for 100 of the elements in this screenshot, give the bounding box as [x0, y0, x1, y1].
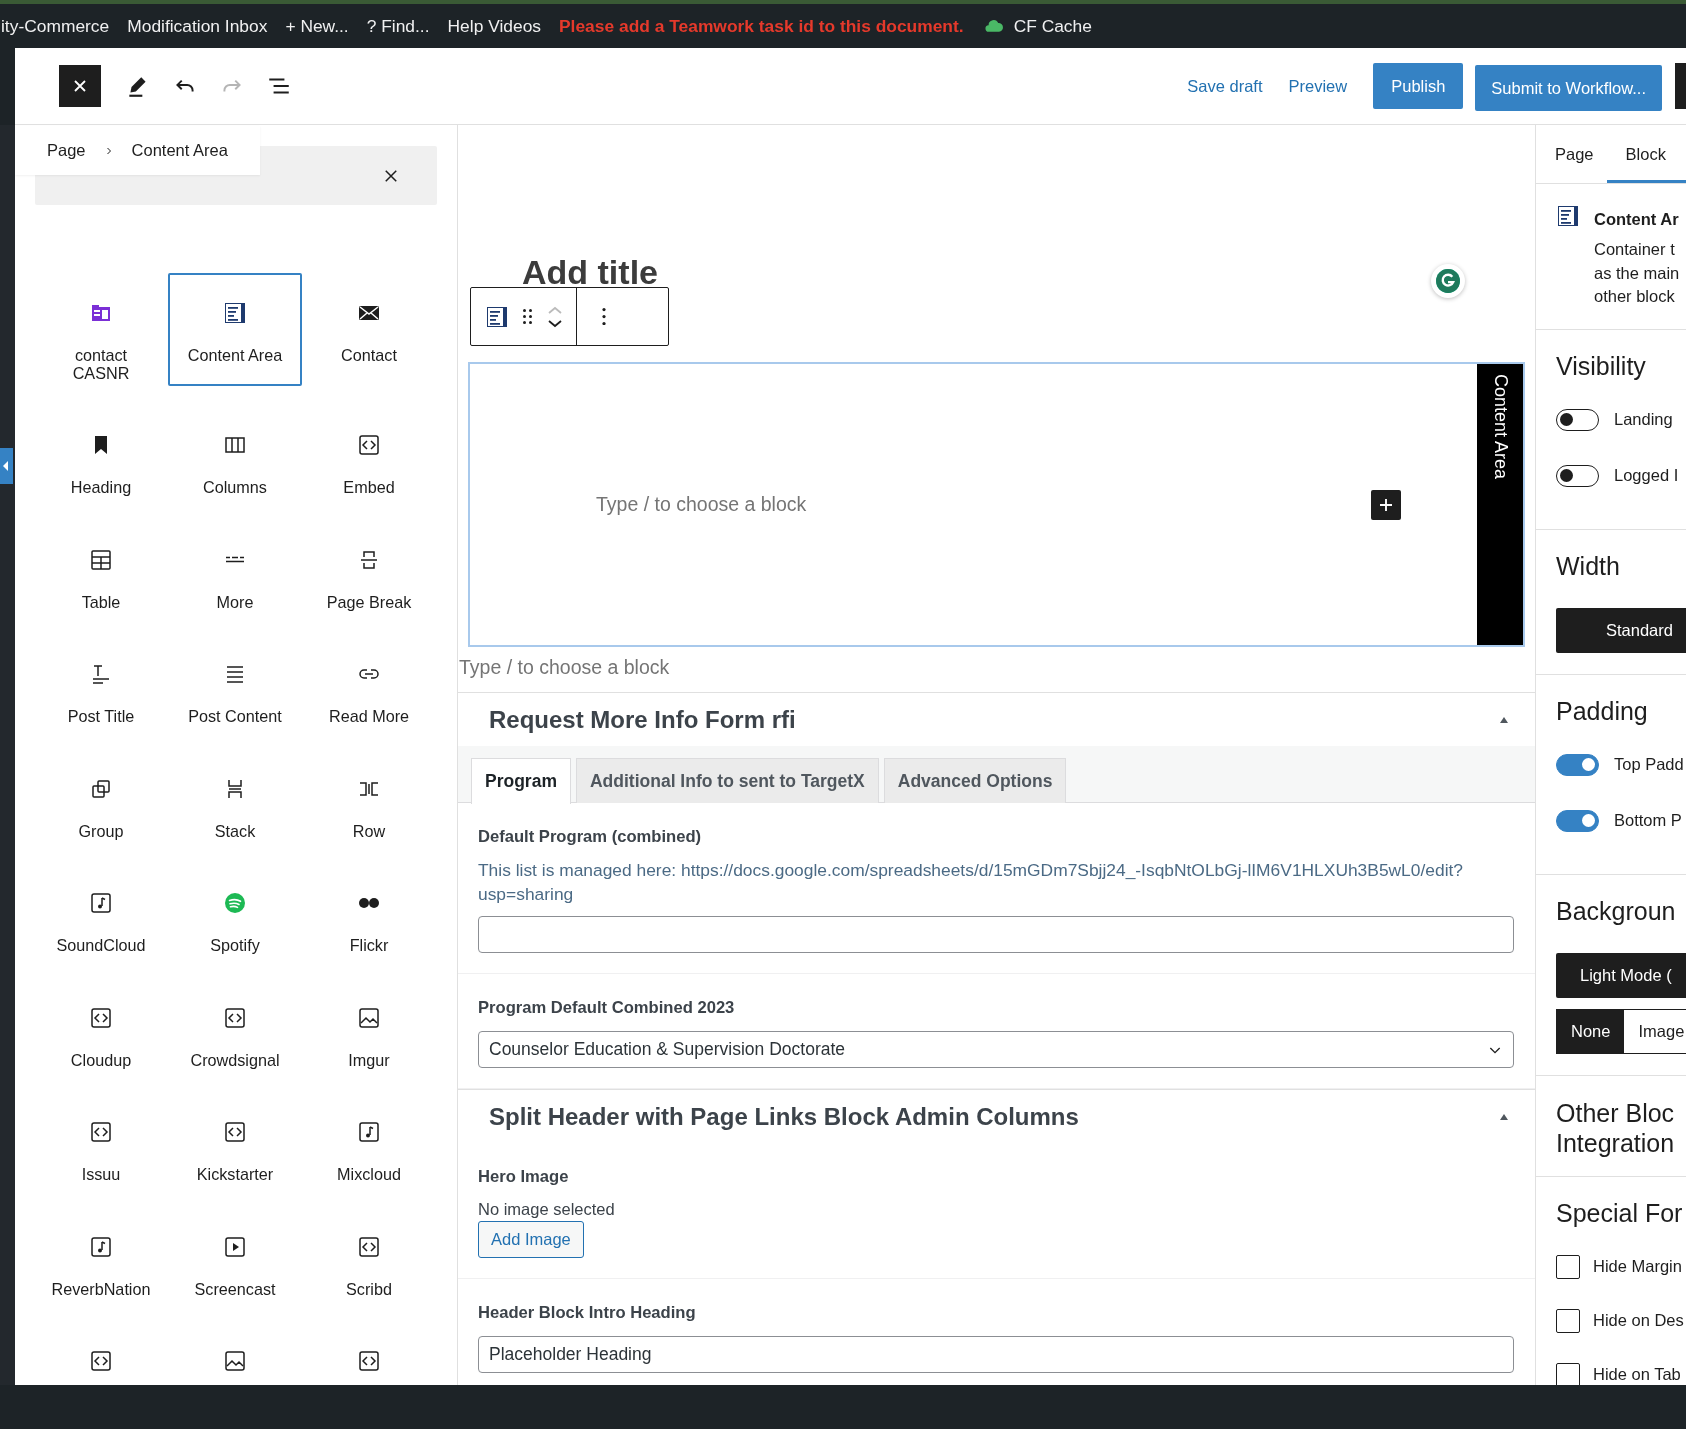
block-item[interactable]: Stack [168, 748, 302, 862]
panel-title: Request More Info Form rfi [489, 705, 797, 734]
collapse-tab[interactable] [0, 448, 13, 484]
block-description: Container t [1594, 239, 1676, 260]
admin-bar-link[interactable]: ? Find... [366, 15, 430, 37]
preview-button[interactable]: Preview [1288, 76, 1348, 96]
block-item[interactable]: Contact [302, 273, 436, 386]
content-area-block[interactable]: Type / to choose a block Content Area [468, 362, 1525, 647]
chevron-down-icon [546, 318, 564, 330]
breadcrumb-link[interactable]: Page [47, 141, 86, 160]
toggle-label: Top Padd [1614, 755, 1684, 774]
toggle-switch[interactable] [1556, 408, 1599, 431]
section-heading: Width [1556, 551, 1621, 581]
section-heading: Visibility [1556, 351, 1647, 381]
block-item[interactable]: Flickr [302, 863, 436, 976]
breadcrumb-current: Content Area [131, 141, 228, 160]
title-placeholder[interactable]: Add title [522, 252, 1535, 292]
form-tab[interactable]: Program [471, 758, 571, 804]
checkbox-label: Hide on Tab [1593, 1365, 1681, 1384]
checkbox[interactable] [1556, 1308, 1580, 1333]
image-status: No image selected [478, 1200, 616, 1219]
code-brackets-icon [357, 433, 381, 457]
admin-bar-link[interactable]: ity-Commerce [1, 15, 110, 37]
block-item[interactable]: ReverbNation [34, 1206, 168, 1320]
text-field[interactable]: Placeholder Heading [478, 1336, 1514, 1373]
cache-link[interactable]: CF Cache [983, 15, 1092, 37]
vertical-dots-icon [602, 307, 606, 326]
form-tab[interactable]: Advanced Options [883, 758, 1067, 803]
drag-icon [523, 309, 532, 324]
field-label: Default Program (combined) [478, 827, 703, 847]
assistant-badge[interactable] [1431, 264, 1465, 298]
mode-button[interactable]: Light Mode ( [1556, 952, 1686, 998]
close-button[interactable] [59, 65, 101, 107]
code-brackets-icon [89, 1005, 113, 1030]
admin-bar-link[interactable]: Help Videos [447, 15, 541, 37]
code-brackets-icon [357, 1349, 381, 1373]
block-description: as the main [1594, 262, 1680, 284]
admin-bar-link[interactable]: + New... [285, 15, 349, 37]
music-note-icon [357, 1120, 381, 1144]
block-item[interactable]: Post Content [168, 634, 302, 747]
add-image-button[interactable]: Add Image [478, 1221, 584, 1258]
block-item[interactable]: Page Break [302, 519, 436, 633]
section-heading: Padding [1556, 696, 1649, 726]
block-item[interactable]: Issuu [34, 1092, 168, 1205]
block-item[interactable]: contact CASNR [34, 273, 168, 386]
block-item[interactable]: Post Title [34, 634, 168, 747]
block-type-button[interactable] [485, 304, 509, 329]
toggle-label: Logged I [1614, 466, 1679, 485]
sidebar-tab[interactable]: Page [1542, 128, 1607, 183]
block-item[interactable]: Mixcloud [302, 1092, 436, 1205]
field-label: Program Default Combined 2023 [478, 998, 736, 1018]
block-item[interactable]: Imgur [302, 977, 436, 1091]
submit-button[interactable]: Submit to Workflow... [1475, 65, 1662, 111]
field-label: Hero Image [478, 1167, 570, 1187]
block-item[interactable]: Cloudup [34, 977, 168, 1091]
image-icon [223, 1349, 247, 1373]
block-item[interactable]: Scribd [302, 1206, 436, 1320]
block-item[interactable]: Spotify [168, 863, 302, 976]
block-item[interactable]: Columns [168, 405, 302, 518]
add-block-button[interactable] [1371, 489, 1401, 520]
segment-option[interactable]: None [1557, 1009, 1625, 1053]
save-draft-button[interactable]: Save draft [1187, 76, 1263, 96]
music-note-icon [89, 1234, 113, 1259]
toggle-label: Landing [1614, 410, 1673, 429]
select-field[interactable]: Counselor Education & Supervision Doctorate [478, 1031, 1514, 1068]
block-item[interactable]: More [168, 519, 302, 633]
block-appender[interactable]: Type / to choose a block [459, 653, 1535, 682]
code-brackets-icon [223, 1120, 247, 1144]
publish-button[interactable]: Publish [1373, 63, 1464, 109]
toggle-switch[interactable] [1556, 753, 1599, 776]
checkbox-label: Hide Margin [1593, 1257, 1682, 1276]
text-field[interactable] [478, 916, 1514, 953]
block-item[interactable]: Table [34, 519, 168, 633]
block-item[interactable]: Group [34, 748, 168, 862]
admin-bar-link[interactable]: Modification Inbox [127, 15, 268, 37]
block-item[interactable]: Heading [34, 405, 168, 518]
block-item[interactable]: SoundCloud [34, 863, 168, 976]
text-block-icon [485, 304, 509, 329]
toggle-switch[interactable] [1556, 464, 1599, 487]
checkbox[interactable] [1556, 1254, 1580, 1279]
form-tab[interactable]: Additional Info to sent to TargetX [575, 758, 879, 803]
width-button[interactable]: Standard [1556, 607, 1686, 653]
drag-handle[interactable] [523, 309, 532, 324]
section-heading: Backgroun [1556, 896, 1677, 926]
block-name: Content Ar [1594, 210, 1680, 229]
sound-waves-icon [223, 891, 247, 915]
block-item[interactable]: Content Area [168, 273, 302, 386]
block-item[interactable]: Row [302, 748, 436, 862]
more-options-button[interactable] [602, 307, 606, 326]
block-item[interactable]: Crowdsignal [168, 977, 302, 1091]
code-brackets-icon [89, 1120, 113, 1144]
text-block-icon [223, 301, 247, 325]
move-down-button[interactable] [546, 318, 564, 330]
sidebar-tab[interactable]: Block [1606, 128, 1686, 183]
block-item[interactable]: Screencast [168, 1206, 302, 1320]
panel-title: Split Header with Page Links Block Admin Columns [489, 1102, 1080, 1131]
block-item[interactable]: Embed [302, 405, 436, 518]
toggle-switch[interactable] [1556, 809, 1599, 832]
block-item[interactable]: Kickstarter [168, 1092, 302, 1205]
block-item[interactable]: Read More [302, 634, 436, 747]
